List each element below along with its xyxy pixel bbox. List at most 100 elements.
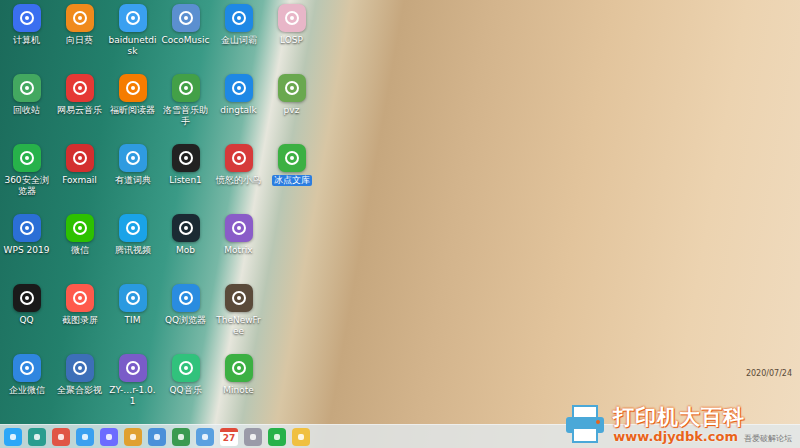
app-icon[interactable] (225, 284, 253, 312)
app-glyph-icon (19, 220, 35, 236)
icon-label: 腾讯视频 (113, 245, 153, 256)
icon-label: 微信 (69, 245, 91, 256)
app-glyph-icon (72, 290, 88, 306)
desktop-icon[interactable]: QQ (0, 284, 53, 354)
app-icon[interactable] (13, 214, 41, 242)
desktop-icon[interactable]: TheNewFree (212, 284, 265, 354)
desktop-icon[interactable]: 全聚合影视 (53, 354, 106, 424)
app-icon[interactable] (278, 4, 306, 32)
desktop-icon[interactable]: 有道词典 (106, 144, 159, 214)
desktop-icon[interactable]: Listen1 (159, 144, 212, 214)
desktop-icon[interactable]: 计算机 (0, 4, 53, 74)
desktop-icon[interactable]: CocoMusic (159, 4, 212, 74)
calendar-icon[interactable]: 27 (220, 428, 238, 446)
dock-app-icon[interactable] (292, 428, 310, 446)
app-icon[interactable] (225, 214, 253, 242)
desktop-icon[interactable]: Motrix (212, 214, 265, 284)
app-icon[interactable] (13, 74, 41, 102)
desktop-icon[interactable]: 腾讯视频 (106, 214, 159, 284)
app-icon[interactable] (13, 354, 41, 382)
desktop-screen: 计算机回收站360安全浏览器WPS 2019QQ企业微信 向日葵网易云音乐Foxm… (0, 0, 800, 448)
app-icon[interactable] (66, 74, 94, 102)
desktop-icon[interactable]: 网易云音乐 (53, 74, 106, 144)
desktop-icon[interactable]: 企业微信 (0, 354, 53, 424)
app-icon[interactable] (225, 144, 253, 172)
app-icon[interactable] (225, 74, 253, 102)
app-glyph-icon (231, 220, 247, 236)
app-icon[interactable] (225, 354, 253, 382)
desktop-icon[interactable]: TIM (106, 284, 159, 354)
app-icon[interactable] (119, 144, 147, 172)
icon-label: Listen1 (167, 175, 204, 186)
app-icon[interactable] (225, 4, 253, 32)
app-icon[interactable] (278, 74, 306, 102)
dock-app-icon[interactable] (124, 428, 142, 446)
app-icon[interactable] (172, 284, 200, 312)
app-icon[interactable] (66, 214, 94, 242)
app-icon[interactable] (172, 74, 200, 102)
desktop-icon[interactable]: ZY-…r-1.0.1 (106, 354, 159, 424)
icon-label: Mob (174, 245, 197, 256)
icon-label: 计算机 (11, 35, 42, 46)
app-glyph-icon (284, 150, 300, 166)
icon-label: baidunetdisk (106, 35, 159, 57)
desktop-icon[interactable]: baidunetdisk (106, 4, 159, 74)
desktop-icon[interactable]: 微信 (53, 214, 106, 284)
app-icon[interactable] (172, 354, 200, 382)
dock-app-icon[interactable] (196, 428, 214, 446)
desktop-icon[interactable]: LOSP (265, 4, 318, 74)
dock-app-icon[interactable] (52, 428, 70, 446)
desktop-icon[interactable]: 金山词霸 (212, 4, 265, 74)
app-icon[interactable] (119, 74, 147, 102)
icon-label: TheNewFree (212, 315, 265, 337)
dock-app-icon[interactable] (28, 428, 46, 446)
desktop-icon[interactable]: 洛雪音乐助手 (159, 74, 212, 144)
icon-label: ZY-…r-1.0.1 (106, 385, 159, 407)
dock-glyph-icon (56, 432, 66, 442)
desktop-icon[interactable]: 向日葵 (53, 4, 106, 74)
desktop-icon[interactable]: 截图录屏 (53, 284, 106, 354)
app-icon[interactable] (13, 4, 41, 32)
dock-app-icon[interactable] (268, 428, 286, 446)
dock-app-icon[interactable] (244, 428, 262, 446)
app-icon[interactable] (172, 4, 200, 32)
app-icon[interactable] (172, 144, 200, 172)
desktop-icon[interactable]: 回收站 (0, 74, 53, 144)
desktop-icon[interactable]: Foxmail (53, 144, 106, 214)
desktop-icon[interactable]: 360安全浏览器 (0, 144, 53, 214)
app-icon[interactable] (13, 144, 41, 172)
desktop-icon[interactable]: WPS 2019 (0, 214, 53, 284)
dock-app-icon[interactable] (172, 428, 190, 446)
desktop-icon[interactable]: Mob (159, 214, 212, 284)
desktop-icon[interactable]: dingtalk (212, 74, 265, 144)
desktop-icon-grid: 计算机回收站360安全浏览器WPS 2019QQ企业微信 向日葵网易云音乐Foxm… (0, 0, 800, 424)
icon-label: 冰点文库 (272, 175, 312, 186)
app-icon[interactable] (172, 214, 200, 242)
desktop-icon[interactable]: 福昕阅读器 (106, 74, 159, 144)
dock-app-icon[interactable] (148, 428, 166, 446)
app-icon[interactable] (13, 284, 41, 312)
app-glyph-icon (178, 10, 194, 26)
desktop-icon[interactable]: Minote (212, 354, 265, 424)
app-icon[interactable] (119, 4, 147, 32)
desktop-icon[interactable]: pvz (265, 74, 318, 144)
icon-label: CocoMusic (160, 35, 212, 46)
app-icon[interactable] (66, 4, 94, 32)
app-icon[interactable] (119, 284, 147, 312)
app-icon[interactable] (66, 284, 94, 312)
desktop-icon[interactable]: QQ浏览器 (159, 284, 212, 354)
desktop-icon[interactable]: 冰点文库 (265, 144, 318, 214)
date-label: 2020/07/24 (746, 369, 792, 378)
app-glyph-icon (72, 150, 88, 166)
icon-label: LOSP (278, 35, 305, 46)
app-icon[interactable] (66, 144, 94, 172)
desktop-icon[interactable]: QQ音乐 (159, 354, 212, 424)
dock-app-icon[interactable] (4, 428, 22, 446)
dock-app-icon[interactable] (100, 428, 118, 446)
desktop-icon[interactable]: 愤怒的小鸟 (212, 144, 265, 214)
dock-app-icon[interactable] (76, 428, 94, 446)
app-icon[interactable] (278, 144, 306, 172)
app-icon[interactable] (119, 354, 147, 382)
app-icon[interactable] (119, 214, 147, 242)
app-icon[interactable] (66, 354, 94, 382)
